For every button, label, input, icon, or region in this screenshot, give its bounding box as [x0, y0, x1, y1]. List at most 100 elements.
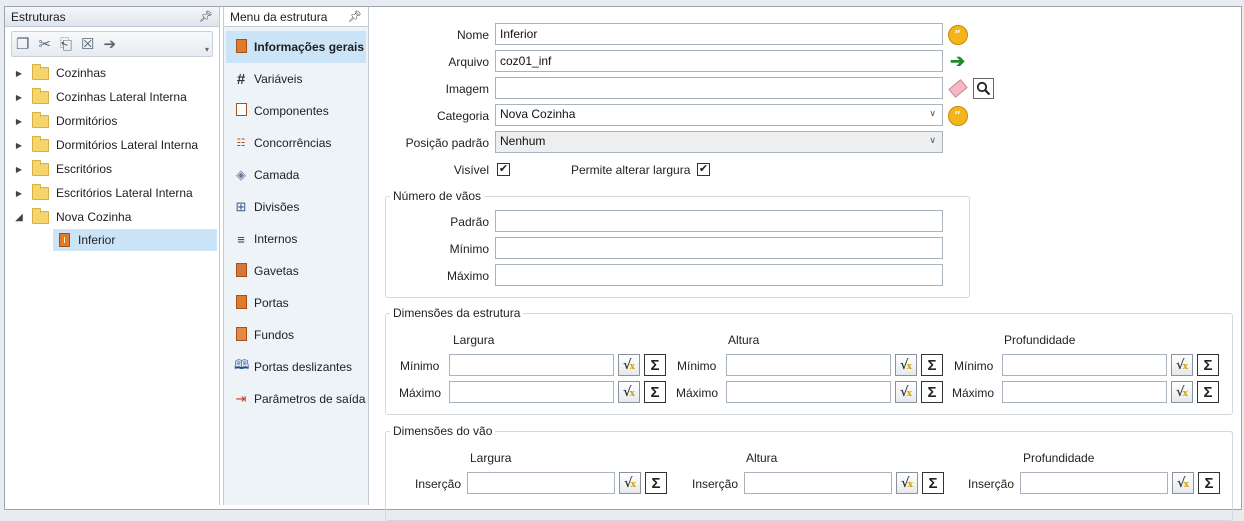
translate-button[interactable]: ” — [947, 24, 968, 45]
posicao-select[interactable]: Nenhum ∨ — [495, 131, 943, 153]
vao-profundidade-insercao-input[interactable] — [1020, 472, 1168, 494]
drawer-icon — [234, 262, 248, 280]
tree-item[interactable]: ▶ Cozinhas Lateral Interna — [5, 85, 219, 109]
tree-item-inferior[interactable]: Inferior — [53, 229, 217, 251]
profundidade-maximo-input[interactable] — [1002, 381, 1167, 403]
vao-largura-insercao-input[interactable] — [467, 472, 615, 494]
menu-item-label: Portas — [254, 296, 289, 310]
profundidade-minimo-input[interactable] — [1002, 354, 1167, 376]
vao-largura-formula-button[interactable]: √ x — [619, 472, 641, 494]
vao-profundidade-sum-button[interactable]: Σ — [1198, 472, 1220, 494]
expand-arrow-icon[interactable]: ▶ — [14, 117, 24, 126]
tree-item[interactable]: ▶ Dormitórios — [5, 109, 219, 133]
menu-item-parametros-de-saida[interactable]: ⇥ Parâmetros de saída — [224, 383, 368, 415]
tree-item[interactable]: ▶ Escritórios — [5, 157, 219, 181]
expand-arrow-icon[interactable]: ▶ — [14, 141, 24, 150]
vao-profundidade-formula-button[interactable]: √ x — [1172, 472, 1194, 494]
altura-minimo-sum-button[interactable]: Σ — [921, 354, 943, 376]
largura-minimo-sum-button[interactable]: Σ — [644, 354, 666, 376]
profundidade-minimo-label: Mínimo — [954, 359, 994, 373]
expand-arrow-icon[interactable]: ▶ — [14, 69, 24, 78]
menu-item-concorrencias[interactable]: ☷ Concorrências — [224, 127, 368, 159]
visivel-checkbox[interactable]: ✔ — [497, 163, 510, 176]
tree-item-label: Nova Cozinha — [56, 210, 132, 224]
altura-minimo-formula-button[interactable]: √ x — [895, 354, 917, 376]
vaos-padrao-input[interactable] — [495, 210, 943, 232]
arrow-right-icon: ➔ — [949, 51, 966, 71]
go-button[interactable]: ➔ — [947, 51, 968, 72]
delete-icon[interactable]: ☒ — [81, 37, 94, 52]
tree-item[interactable]: ◢ Nova Cozinha — [5, 205, 219, 229]
grid-icon: ⊞ — [235, 199, 247, 214]
menu-item-internos[interactable]: ≡ Internos — [224, 223, 368, 255]
move-icon[interactable]: ➔ — [104, 37, 117, 52]
vao-largura-sum-button[interactable]: Σ — [645, 472, 667, 494]
largura-maximo-sum-button[interactable]: Σ — [644, 381, 666, 403]
search-icon — [976, 81, 991, 96]
copy-icon[interactable]: ❐ — [16, 37, 29, 52]
profundidade-maximo-formula-button[interactable]: √ x — [1171, 381, 1193, 403]
altura-maximo-formula-button[interactable]: √ x — [895, 381, 917, 403]
menu-item-informacoes-gerais[interactable]: Informações gerais — [226, 31, 366, 63]
vao-altura-formula-button[interactable]: √ x — [896, 472, 918, 494]
menu-item-camada[interactable]: ◈ Camada — [224, 159, 368, 191]
arquivo-input[interactable] — [495, 50, 943, 72]
altura-minimo-input[interactable] — [726, 354, 891, 376]
largura-maximo-input[interactable] — [449, 381, 614, 403]
quote-icon: ” — [947, 105, 968, 126]
expand-arrow-icon[interactable]: ▶ — [14, 93, 24, 102]
profundidade-maximo-label: Máximo — [952, 386, 995, 400]
menu-item-componentes[interactable]: Componentes — [224, 95, 368, 127]
menu-item-divisoes[interactable]: ⊞ Divisões — [224, 191, 368, 223]
collapse-arrow-icon[interactable]: ◢ — [14, 212, 24, 223]
cabinet-icon — [59, 233, 70, 247]
vao-altura-column-label: Altura — [746, 451, 778, 465]
altura-maximo-input[interactable] — [726, 381, 891, 403]
largura-maximo-formula-button[interactable]: √ x — [618, 381, 640, 403]
tree-item-label: Dormitórios — [56, 114, 118, 128]
vao-altura-sum-button[interactable]: Σ — [922, 472, 944, 494]
nome-input[interactable] — [495, 23, 943, 45]
categoria-label: Categoria — [436, 109, 489, 123]
structures-panel-header: Estruturas 📌︎ — [5, 7, 219, 27]
categoria-select[interactable]: Nova Cozinha ∨ — [495, 104, 943, 126]
tree-item[interactable]: ▶ Cozinhas — [5, 61, 219, 85]
menu-item-portas[interactable]: Portas — [224, 287, 368, 319]
cut-icon[interactable]: ✂ — [38, 37, 51, 52]
vaos-group-title: Número de vãos — [390, 189, 485, 203]
vaos-maximo-input[interactable] — [495, 264, 943, 286]
vaos-minimo-input[interactable] — [495, 237, 943, 259]
general-info-form: Nome ” Arquivo ➔ Imagem Categoria Nova C… — [371, 7, 1239, 521]
translate-category-button[interactable]: ” — [947, 105, 968, 126]
pin-icon[interactable]: 📌︎ — [199, 10, 213, 23]
posicao-value: Nenhum — [500, 134, 546, 148]
toolbar-overflow-icon[interactable]: ▾ — [205, 45, 209, 54]
profundidade-minimo-formula-button[interactable]: √ x — [1171, 354, 1193, 376]
paste-icon[interactable]: ⎗ — [60, 37, 72, 52]
expand-arrow-icon[interactable]: ▶ — [14, 189, 24, 198]
search-image-button[interactable] — [973, 78, 994, 99]
door-icon — [234, 294, 248, 312]
altura-maximo-sum-button[interactable]: Σ — [921, 381, 943, 403]
permite-checkbox[interactable]: ✔ — [697, 163, 710, 176]
tree-item[interactable]: ▶ Dormitórios Lateral Interna — [5, 133, 219, 157]
menu-item-variaveis[interactable]: # Variáveis — [224, 63, 368, 95]
profundidade-minimo-sum-button[interactable]: Σ — [1197, 354, 1219, 376]
cabinet-icon — [234, 38, 248, 56]
menu-item-portas-deslizantes[interactable]: 🕮︎ Portas deslizantes — [224, 351, 368, 383]
tree-item[interactable]: ▶ Escritórios Lateral Interna — [5, 181, 219, 205]
largura-minimo-input[interactable] — [449, 354, 614, 376]
menu-item-gavetas[interactable]: Gavetas — [224, 255, 368, 287]
profundidade-maximo-sum-button[interactable]: Σ — [1197, 381, 1219, 403]
vao-altura-insercao-input[interactable] — [744, 472, 892, 494]
eraser-icon — [947, 79, 968, 98]
imagem-input[interactable] — [495, 77, 943, 99]
vao-largura-column-label: Largura — [470, 451, 512, 465]
menu-item-fundos[interactable]: Fundos — [224, 319, 368, 351]
expand-arrow-icon[interactable]: ▶ — [14, 165, 24, 174]
largura-minimo-formula-button[interactable]: √ x — [618, 354, 640, 376]
clear-image-button[interactable] — [947, 78, 968, 99]
tree-item-label: Cozinhas — [56, 66, 107, 80]
pin-icon[interactable]: 📌︎ — [348, 10, 362, 23]
quote-icon: ” — [947, 24, 968, 45]
